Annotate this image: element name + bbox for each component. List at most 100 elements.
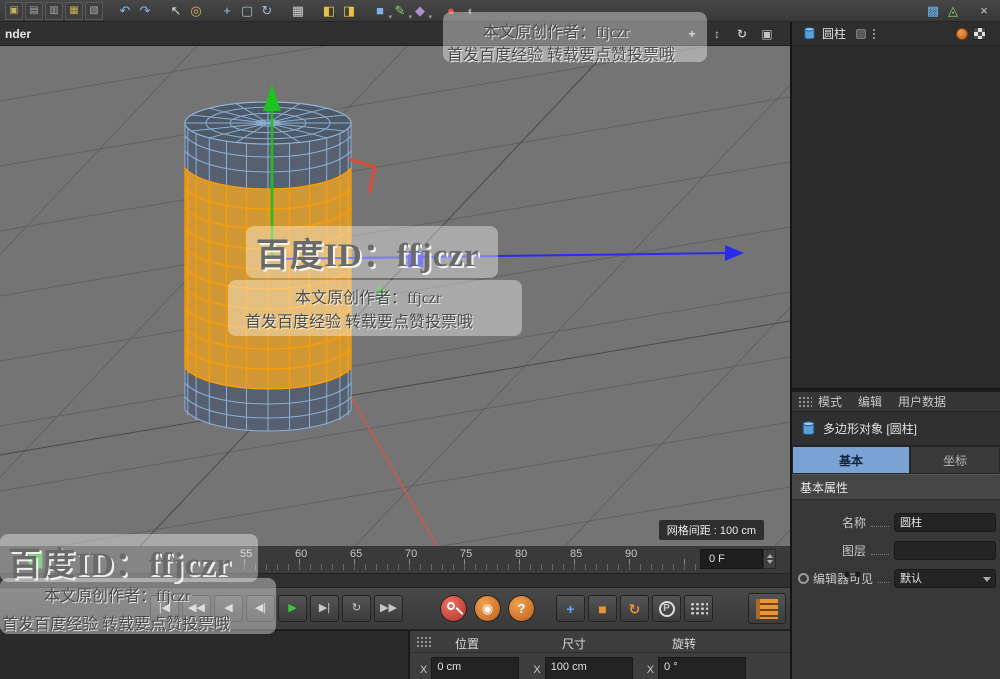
- material-manager-area[interactable]: [0, 630, 408, 679]
- spline-pen-icon[interactable]: ✎: [391, 2, 412, 21]
- viewport-title: nder: [5, 26, 32, 41]
- help-button[interactable]: ?: [508, 595, 535, 622]
- subdivision-icon[interactable]: ◆: [411, 2, 432, 21]
- frame-value: 0 F: [709, 553, 725, 565]
- move-axis-button[interactable]: +: [556, 595, 585, 622]
- maximize-icon[interactable]: ▣: [758, 26, 776, 42]
- loop-button[interactable]: ↻: [342, 595, 371, 622]
- visibility-dots-icon[interactable]: [872, 27, 877, 40]
- scale-tool-icon[interactable]: ▢: [238, 2, 256, 20]
- rotate-tool-icon[interactable]: ↻: [258, 2, 276, 20]
- pan-icon[interactable]: +: [683, 26, 701, 42]
- texture-tag-icon[interactable]: [973, 27, 986, 40]
- keyframe-radio-icon[interactable]: [798, 572, 809, 584]
- undo-icon[interactable]: ↶: [116, 2, 134, 20]
- snap-icon[interactable]: ▩: [924, 2, 942, 20]
- timeline-ruler[interactable]: 55 60 65 70 75 80 85 90 0 F: [0, 546, 790, 574]
- coords-field: X 0 °: [646, 657, 747, 679]
- cylinder-icon: [802, 421, 815, 436]
- name-input[interactable]: 圆柱: [894, 512, 996, 532]
- coords-field: X 100 cm: [533, 657, 633, 679]
- ruler-tick-label: 55: [240, 548, 253, 560]
- layer-browser-button[interactable]: [748, 593, 786, 624]
- timeline-playhead[interactable]: [28, 550, 43, 569]
- layout-b-icon[interactable]: ▤: [25, 1, 43, 20]
- close-icon[interactable]: ×: [975, 2, 993, 20]
- record-key-button[interactable]: [440, 595, 467, 622]
- object-row-cylinder[interactable]: 圆柱: [792, 22, 1000, 46]
- cylinder-object[interactable]: [184, 101, 352, 432]
- layout-a-icon[interactable]: ▣: [5, 1, 23, 20]
- render-settings-icon[interactable]: ◨: [340, 2, 358, 20]
- coordinates-header: 位置 尺寸 旋转: [410, 631, 790, 653]
- orbit-icon[interactable]: ↻: [733, 26, 751, 42]
- dotted-leader: [871, 525, 889, 527]
- play-backward-button[interactable]: ◀|: [246, 595, 275, 622]
- select-arrow-icon[interactable]: ↖: [167, 2, 185, 20]
- object-title-text: 多边形对象 [圆柱]: [823, 422, 918, 436]
- selection-tag-icon[interactable]: [956, 27, 968, 40]
- snap-grid-button[interactable]: [684, 595, 713, 622]
- autokey-button[interactable]: ◉: [474, 595, 501, 622]
- environment-icon[interactable]: ◐: [462, 2, 480, 20]
- attributes-tab[interactable]: 坐标: [910, 446, 1000, 474]
- render-view-icon[interactable]: ◧: [320, 2, 338, 20]
- coords-input[interactable]: 0 °: [658, 657, 747, 679]
- attributes-object-title: 多边形对象 [圆柱]: [792, 412, 1000, 446]
- play-button[interactable]: ▶: [278, 595, 307, 622]
- z-axis-handle: [408, 252, 423, 267]
- layer-icon[interactable]: [856, 28, 867, 39]
- layout-c-icon[interactable]: ▥: [45, 1, 63, 20]
- layout-d-icon[interactable]: ▦: [65, 1, 83, 20]
- section-header-basic[interactable]: 基本属性: [792, 474, 1000, 500]
- editor-visibility-row: 编辑器可见 默认: [792, 564, 1000, 592]
- transport-bar: |◀ ◀◀ ◀ ◀| ▶ ▶| ↻ ▶▶ ◉? + ■ ↻ P: [0, 588, 790, 630]
- rotate-axis-button[interactable]: ↻: [620, 595, 649, 622]
- layout-e-icon[interactable]: ▧: [85, 1, 103, 20]
- zoom-icon[interactable]: ↕: [708, 26, 726, 42]
- solo-button[interactable]: P: [652, 595, 681, 622]
- section-title: 基本属性: [800, 480, 849, 495]
- ruler-minor-ticks: [244, 564, 704, 570]
- name-label: 名称: [842, 515, 867, 530]
- material-icon[interactable]: ●: [442, 2, 460, 20]
- attributes-tab[interactable]: 基本: [792, 446, 910, 474]
- goto-start-button[interactable]: |◀: [150, 595, 179, 622]
- frame-stepper[interactable]: [763, 549, 776, 569]
- goto-end-button[interactable]: ▶▶: [374, 595, 403, 622]
- attributes-menu-item[interactable]: 编辑: [858, 393, 882, 410]
- live-selection-icon[interactable]: ◎: [187, 2, 205, 20]
- workplane-icon[interactable]: ◬: [944, 2, 962, 20]
- cylinder-wire-orange: [184, 167, 352, 390]
- scale-axis-button[interactable]: ■: [588, 595, 617, 622]
- prev-frame-button[interactable]: ◀: [214, 595, 243, 622]
- panel-grip-icon[interactable]: [798, 395, 812, 408]
- attributes-menu-item[interactable]: 用户数据: [898, 393, 946, 410]
- current-frame-field[interactable]: 0 F: [700, 549, 776, 569]
- prev-key-button[interactable]: ◀◀: [182, 595, 211, 622]
- object-manager-body[interactable]: [792, 46, 1000, 388]
- coord-system-icon[interactable]: ▦: [289, 2, 307, 20]
- redo-icon[interactable]: ↷: [136, 2, 154, 20]
- move-tool-icon[interactable]: +: [218, 2, 236, 20]
- viewport[interactable]: 网格间距 : 100 cm: [0, 46, 790, 546]
- viewport-canvas[interactable]: [0, 46, 790, 546]
- layer-property-row: 图层: [792, 536, 1000, 564]
- coords-input[interactable]: 100 cm: [544, 657, 633, 679]
- attributes-menu-item[interactable]: 模式: [818, 393, 842, 410]
- ruler-tick-label: 60: [295, 548, 308, 560]
- panel-grip-icon[interactable]: [416, 635, 432, 648]
- layer-input[interactable]: [894, 540, 996, 560]
- timeline-scrollbar[interactable]: [0, 574, 790, 588]
- next-frame-button[interactable]: ▶|: [310, 595, 339, 622]
- primitive-cube-icon[interactable]: ■: [371, 2, 392, 21]
- cylinder-icon: [804, 27, 815, 40]
- coords-input[interactable]: 0 cm: [431, 657, 520, 679]
- ruler-tick-label: 85: [570, 548, 583, 560]
- dotted-leader: [871, 553, 889, 555]
- visibility-dropdown[interactable]: 默认: [894, 568, 996, 588]
- attributes-rows: 名称 圆柱 图层 编辑器可见 默认: [792, 500, 1000, 679]
- name-property-row: 名称 圆柱: [792, 508, 1000, 536]
- ruler-tick-label: 65: [350, 548, 363, 560]
- axis-label: X: [646, 664, 655, 676]
